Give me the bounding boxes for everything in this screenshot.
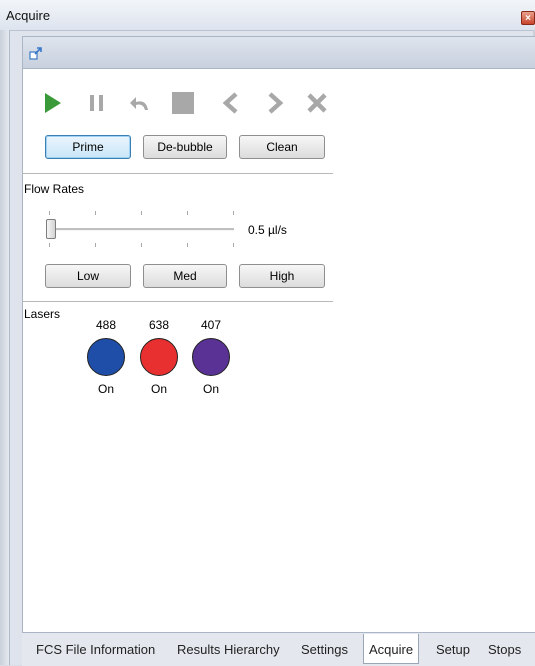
laser-state: On [202,382,219,396]
tab-stops[interactable]: Stops [488,642,521,657]
undo-icon[interactable] [128,91,154,115]
tab-fcs-file-information[interactable]: FCS File Information [36,642,155,657]
section-divider [22,301,333,302]
title-bar[interactable]: Acquire × [0,0,535,31]
flow-rate-value: 0.5 µl/s [248,223,287,237]
acquire-window: Acquire × Prime De-bubble Clean Flow Rat… [0,0,535,666]
slider-tick [187,243,188,247]
slider-tick [233,243,234,247]
play-icon[interactable] [40,91,66,115]
slider-tick [95,243,96,247]
panel-toolbar [22,36,535,69]
flow-rates-heading: Flow Rates [24,182,85,196]
pause-icon[interactable] [84,91,110,115]
slider-tick [141,243,142,247]
laser-407-indicator[interactable] [192,338,230,376]
laser-wavelength: 407 [200,318,222,332]
window-left-border [0,30,10,665]
flow-rate-slider[interactable] [48,228,234,231]
slider-tick [233,211,234,215]
tab-results-hierarchy[interactable]: Results Hierarchy [177,642,280,657]
flow-rate-slider-thumb[interactable] [46,219,56,239]
slider-tick [95,211,96,215]
slider-tick [49,211,50,215]
stop-icon[interactable] [170,91,196,115]
laser-state: On [97,382,114,396]
laser-wavelength: 638 [148,318,170,332]
laser-638-indicator[interactable] [140,338,178,376]
clean-button[interactable]: Clean [239,135,325,159]
window-title: Acquire [6,8,51,23]
slider-tick [49,243,50,247]
previous-icon[interactable] [218,91,244,115]
lasers-heading: Lasers [24,307,61,321]
prime-button[interactable]: Prime [45,135,131,159]
cancel-icon[interactable] [304,91,330,115]
laser-state: On [150,382,167,396]
laser-wavelength: 488 [95,318,117,332]
next-icon[interactable] [262,91,288,115]
laser-488-indicator[interactable] [87,338,125,376]
slider-tick [141,211,142,215]
close-button[interactable]: × [521,11,535,25]
undock-icon[interactable] [29,46,43,60]
low-button[interactable]: Low [45,264,131,288]
tab-settings[interactable]: Settings [301,642,348,657]
tab-acquire[interactable]: Acquire [363,634,420,664]
slider-tick [187,211,188,215]
tab-setup[interactable]: Setup [436,642,470,657]
high-button[interactable]: High [239,264,325,288]
debubble-button[interactable]: De-bubble [143,135,227,159]
med-button[interactable]: Med [143,264,227,288]
section-divider [22,173,333,174]
